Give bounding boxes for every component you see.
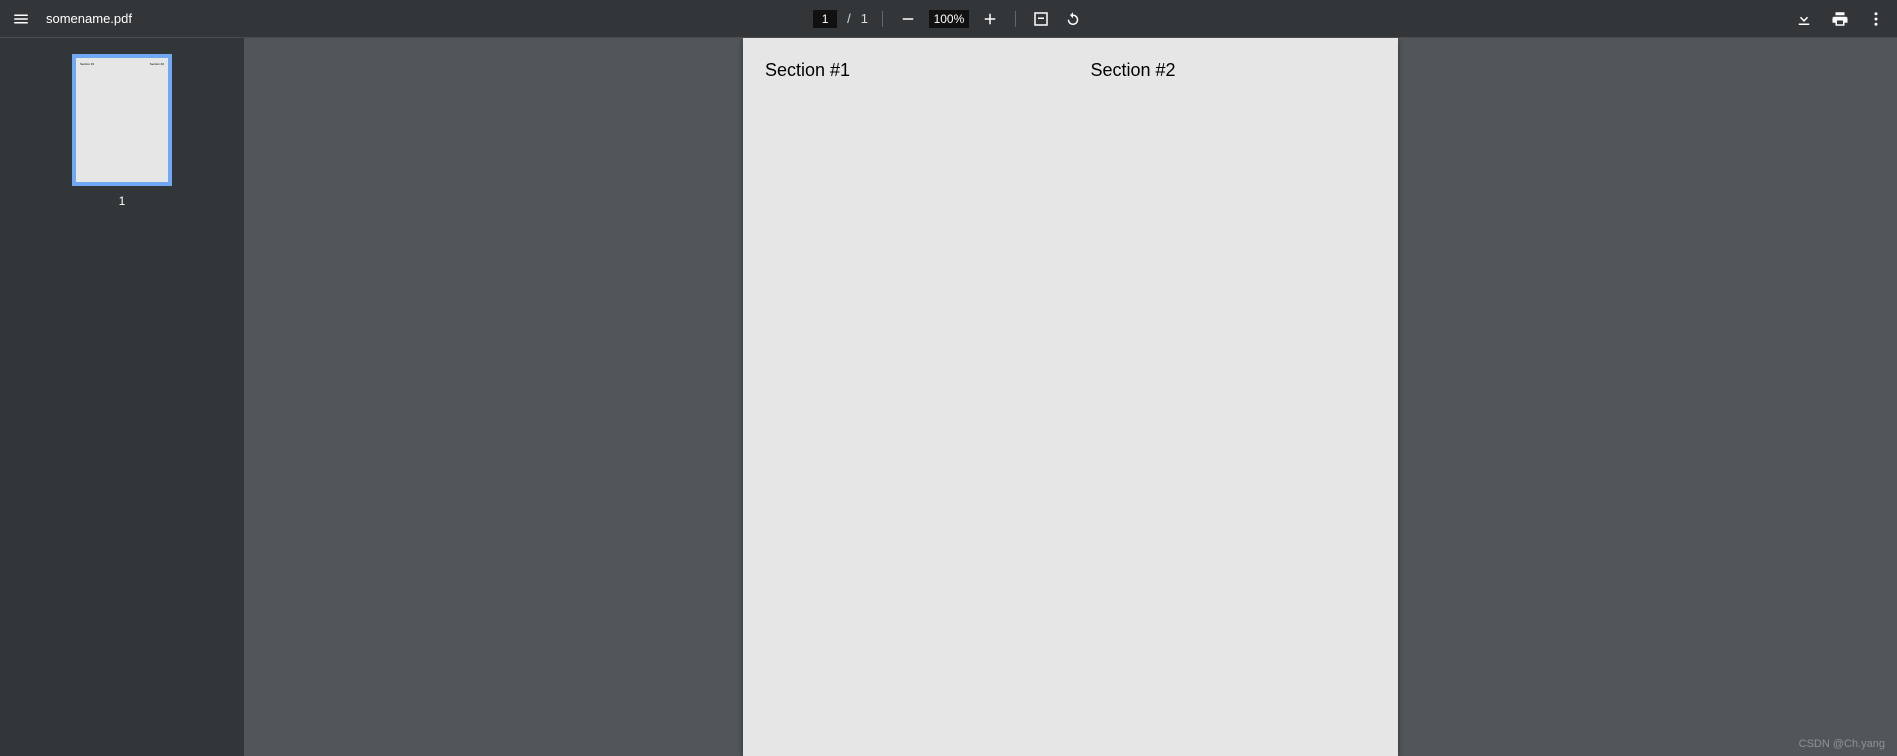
pdf-page: Section #1 Section #2 [743,38,1398,756]
page-number-input[interactable] [813,10,837,28]
thumbnail-item[interactable]: Section #1 Section #2 1 [72,54,172,208]
zoom-in-icon[interactable] [979,8,1001,30]
toolbar-divider [882,11,883,27]
pdf-viewer[interactable]: Section #1 Section #2 [244,38,1897,756]
toolbar-center: / 1 [310,8,1587,30]
menu-icon[interactable] [10,8,32,30]
more-icon[interactable] [1865,8,1887,30]
download-icon[interactable] [1793,8,1815,30]
page-columns: Section #1 Section #2 [765,60,1376,81]
thumb-col1: Section #1 [80,62,94,178]
thumbnail-sidebar: Section #1 Section #2 1 [0,38,244,756]
rotate-icon[interactable] [1062,8,1084,30]
file-name: somename.pdf [46,11,132,26]
toolbar-divider [1015,11,1016,27]
section-1-heading: Section #1 [765,60,1051,81]
fit-page-icon[interactable] [1030,8,1052,30]
thumb-col2: Section #2 [150,62,164,178]
page-total: 1 [861,11,868,26]
pdf-toolbar: somename.pdf / 1 [0,0,1897,38]
print-icon[interactable] [1829,8,1851,30]
thumbnail-page: Section #1 Section #2 [72,54,172,186]
thumbnail-label: 1 [119,194,126,208]
toolbar-right [1587,8,1887,30]
content-area: Section #1 Section #2 1 Section #1 Secti… [0,38,1897,756]
toolbar-left: somename.pdf [10,8,310,30]
section-2-heading: Section #2 [1091,60,1377,81]
page-slash: / [847,11,851,26]
zoom-out-icon[interactable] [897,8,919,30]
zoom-input[interactable] [929,10,969,28]
